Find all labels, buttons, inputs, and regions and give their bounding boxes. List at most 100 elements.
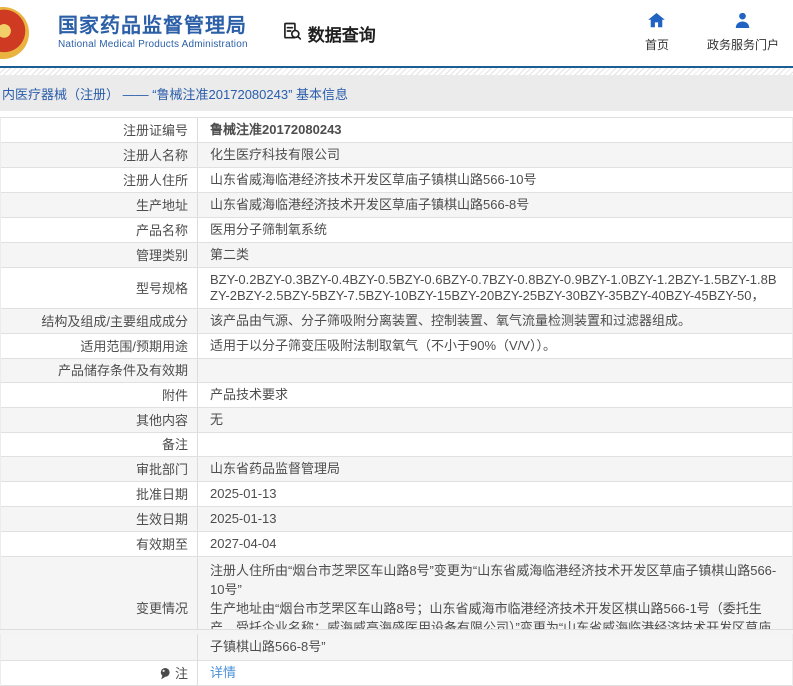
- national-emblem-logo: [0, 7, 29, 59]
- row-label-text: 注册证编号: [122, 122, 188, 138]
- table-row: 注册人名称 化生医疗科技有限公司: [1, 143, 792, 168]
- row-label: 适用范围/预期用途: [1, 334, 198, 358]
- breadcrumb-bar: 内医疗器械（注册） —— “鲁械注准20172080243” 基本信息: [0, 75, 793, 111]
- detail-link[interactable]: 详情: [210, 665, 782, 681]
- row-value: 第二类: [210, 247, 250, 262]
- nav-home-label: 首页: [644, 38, 669, 52]
- home-icon: [647, 11, 666, 33]
- breadcrumb: 内医疗器械（注册） —— “鲁械注准20172080243” 基本信息: [2, 86, 349, 102]
- row-value: 注册人住所由“烟台市芝罘区车山路8号”变更为“山东省威海临港经济技术开发区草庙子…: [198, 557, 792, 660]
- nav-home[interactable]: 首页: [635, 11, 679, 53]
- row-value: [198, 359, 792, 382]
- table-row: 注册人住所 山东省威海临港经济技术开发区草庙子镇棋山路566-10号: [1, 168, 792, 193]
- row-label-text: 产品储存条件及有效期: [57, 363, 188, 378]
- header: 国家药品监督管理局 National Medical Products Admi…: [0, 0, 793, 66]
- table-row: 产品名称 医用分子筛制氧系统: [1, 218, 792, 243]
- table-row: 审批部门 山东省药品监督管理局: [1, 457, 792, 482]
- table-row: 注 详情: [1, 661, 792, 686]
- row-label: 审批部门: [1, 457, 198, 481]
- row-label: 其他内容: [1, 408, 198, 432]
- data-query-section[interactable]: 数据查询: [282, 21, 376, 46]
- row-label-text: 批准日期: [135, 486, 188, 502]
- row-value: 适用于以分子筛变压吸附法制取氧气（不小于90%（V/V））。: [210, 338, 556, 353]
- row-label: 注册人住所: [1, 168, 198, 192]
- note-balloon-icon: [159, 667, 171, 680]
- row-value: 鲁械注准20172080243: [210, 122, 342, 137]
- row-value-line: 生产地址由“烟台市芝罘区车山路8号；山东省威海市临港经济技术开发区棋山路566-…: [210, 601, 772, 654]
- row-label-text: 变更情况: [135, 601, 188, 616]
- row-label-text: 有效期至: [135, 536, 188, 552]
- user-icon: [733, 11, 752, 33]
- row-label: 结构及组成/主要组成成分: [1, 309, 198, 333]
- table-row: 变更情况 注册人住所由“烟台市芝罘区车山路8号”变更为“山东省威海临港经济技术开发…: [1, 557, 792, 661]
- header-nav: 首页 政务服务门户: [635, 11, 779, 53]
- row-value: 2025-01-13: [210, 486, 277, 501]
- row-label-text: 附件: [161, 387, 188, 403]
- row-label: 变更情况: [1, 557, 198, 660]
- row-value: 无: [210, 412, 224, 427]
- row-value: 2025-01-13: [210, 511, 277, 526]
- table-row: 批准日期 2025-01-13: [1, 482, 792, 507]
- row-label-text: 生产地址: [135, 197, 188, 213]
- row-label-text: 注: [174, 665, 188, 681]
- row-value: 产品技术要求: [210, 387, 289, 402]
- table-row: 结构及组成/主要组成成分 该产品由气源、分子筛吸附分离装置、控制装置、氧气流量检测…: [1, 309, 792, 334]
- hatch-strip: [0, 68, 793, 75]
- table-row: 有效期至 2027-04-04: [1, 532, 792, 557]
- row-value: BZY-0.2BZY-0.3BZY-0.4BZY-0.5BZY-0.6BZY-0…: [210, 272, 777, 303]
- table-row: 附件 产品技术要求: [1, 383, 792, 408]
- row-label-text: 结构及组成/主要组成成分: [41, 313, 188, 329]
- row-label: 注: [1, 661, 198, 685]
- row-label-text: 其他内容: [135, 412, 188, 428]
- table-row: 适用范围/预期用途 适用于以分子筛变压吸附法制取氧气（不小于90%（V/V））。: [1, 334, 792, 359]
- document-search-icon: [282, 21, 302, 46]
- row-label: 生效日期: [1, 507, 198, 531]
- row-label-text: 注册人住所: [122, 172, 188, 188]
- row-label: 产品名称: [1, 218, 198, 242]
- row-label-text: 生效日期: [135, 511, 188, 527]
- row-value-line: 注册人住所由“烟台市芝罘区车山路8号”变更为“山东省威海临港经济技术开发区草庙子…: [210, 563, 777, 597]
- nav-portal[interactable]: 政务服务门户: [707, 11, 779, 53]
- row-label: 附件: [1, 383, 198, 407]
- row-label-text: 管理类别: [135, 247, 188, 263]
- row-value: 医用分子筛制氧系统: [210, 222, 328, 237]
- table-row: 其他内容 无: [1, 408, 792, 433]
- row-value: [198, 433, 792, 456]
- row-label-text: 适用范围/预期用途: [80, 338, 188, 354]
- row-label: 注册证编号: [1, 118, 198, 142]
- info-table: 注册证编号 鲁械注准20172080243 注册人名称 化生医疗科技有限公司注册人住所…: [0, 117, 793, 686]
- table-row: 生效日期 2025-01-13: [1, 507, 792, 532]
- table-row: 生产地址 山东省威海临港经济技术开发区草庙子镇棋山路566-8号: [1, 193, 792, 218]
- row-label: 型号规格: [1, 268, 198, 308]
- row-value: 山东省威海临港经济技术开发区草庙子镇棋山路566-10号: [210, 172, 537, 187]
- row-value: 化生医疗科技有限公司: [210, 147, 341, 162]
- row-label: 批准日期: [1, 482, 198, 506]
- table-row: 备注: [1, 433, 792, 457]
- row-value: 该产品由气源、分子筛吸附分离装置、控制装置、氧气流量检测装置和过滤器组成。: [210, 313, 692, 328]
- row-label: 备注: [1, 433, 198, 456]
- row-label: 生产地址: [1, 193, 198, 217]
- nav-portal-label: 政务服务门户: [706, 38, 779, 52]
- data-query-label: 数据查询: [307, 25, 376, 45]
- footer-strip: [0, 629, 793, 634]
- row-label-text: 产品名称: [135, 222, 188, 238]
- row-value: 2027-04-04: [210, 536, 277, 551]
- row-label: 注册人名称: [1, 143, 198, 167]
- row-label-text: 注册人名称: [122, 147, 188, 163]
- table-row: 产品储存条件及有效期: [1, 359, 792, 383]
- row-label: 管理类别: [1, 243, 198, 267]
- row-label: 有效期至: [1, 532, 198, 556]
- table-row: 型号规格 BZY-0.2BZY-0.3BZY-0.4BZY-0.5BZY-0.6B…: [1, 268, 792, 309]
- table-row: 管理类别 第二类: [1, 243, 792, 268]
- row-label: 产品储存条件及有效期: [1, 359, 198, 382]
- row-value: 详情: [198, 661, 792, 685]
- site-title-block: 国家药品监督管理局 National Medical Products Admi…: [58, 16, 248, 50]
- row-value: 山东省威海临港经济技术开发区草庙子镇棋山路566-8号: [210, 197, 530, 212]
- row-label-text: 备注: [161, 437, 188, 452]
- row-value: 山东省药品监督管理局: [210, 461, 341, 476]
- site-title: 国家药品监督管理局: [58, 15, 247, 37]
- row-label-text: 审批部门: [135, 461, 188, 477]
- table-row: 注册证编号 鲁械注准20172080243: [1, 118, 792, 143]
- row-label-text: 型号规格: [135, 280, 188, 296]
- site-subtitle: National Medical Products Administration: [58, 39, 248, 50]
